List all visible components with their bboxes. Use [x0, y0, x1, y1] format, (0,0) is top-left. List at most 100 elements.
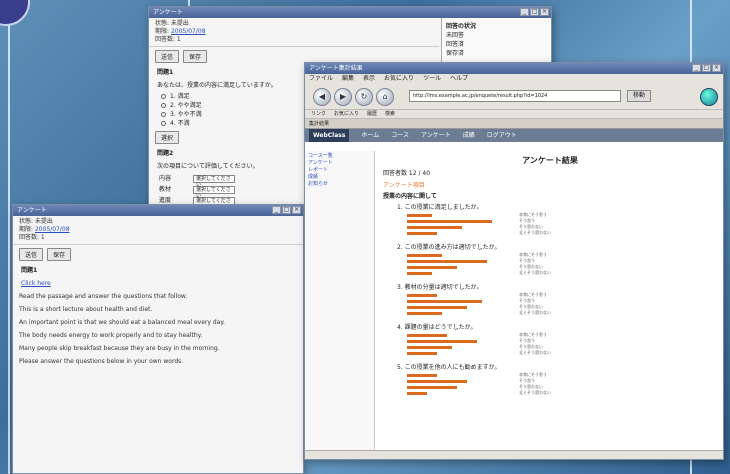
- rating-select[interactable]: 選択してください: [193, 185, 235, 199]
- sidebar-link[interactable]: お知らせ: [308, 181, 371, 188]
- minimize-icon[interactable]: _: [520, 8, 529, 16]
- meta-status: 状態: 未提出: [155, 20, 189, 27]
- bookmark-item[interactable]: 検索: [385, 110, 395, 118]
- result-bar-label: 非常にそう思う: [519, 292, 547, 297]
- minimize-icon[interactable]: _: [692, 64, 701, 72]
- passage-paragraph: An important point is that we should eat…: [19, 319, 225, 326]
- save-button[interactable]: 保存: [47, 248, 72, 261]
- meta-deadline-link[interactable]: 2005/07/08: [35, 226, 70, 233]
- bookmark-item[interactable]: リンク: [311, 110, 326, 118]
- sidebar-link[interactable]: アンケート: [308, 160, 371, 167]
- browser-title: アンケート集計結果: [309, 65, 363, 72]
- passage-paragraph: Read the passage and answer the question…: [19, 293, 188, 300]
- save-button[interactable]: 保存: [183, 50, 208, 63]
- result-bar-group: 非常にそう思う そう思う そう思わない 全くそう思わない: [407, 372, 717, 400]
- meta-count: 回答数: 1: [19, 234, 45, 241]
- sidebar-link[interactable]: 成績: [308, 174, 371, 181]
- sidebar-link[interactable]: レポート: [308, 167, 371, 174]
- select-button[interactable]: 選択: [155, 131, 180, 144]
- radio-icon[interactable]: [161, 94, 166, 99]
- select-row-label: 教材: [159, 186, 172, 193]
- question-result-title: 4. 課題の量はどうでしたか。: [397, 324, 477, 331]
- panel-item[interactable]: 回答済: [446, 40, 547, 49]
- lms-brand: WebClass: [309, 129, 350, 142]
- radio-label: 1. 満足: [170, 93, 190, 100]
- page-tab[interactable]: 集計結果: [305, 119, 723, 129]
- panel-item[interactable]: 未回答: [446, 31, 547, 40]
- question-result-list: 1. この授業に満足しましたか。 非常にそう思う そう思う そう思わない 全くそう思わな…: [383, 202, 717, 400]
- result-bar-label: そう思わない: [519, 344, 543, 349]
- menu-help[interactable]: ヘルプ: [450, 74, 468, 84]
- lms-nav-item[interactable]: 成績: [463, 129, 475, 142]
- sidebar-link[interactable]: コース一覧: [308, 153, 371, 160]
- survey-meta: 状態: 未提出 期限: 2005/07/08 回答数: 1: [149, 18, 439, 47]
- lms-nav-item[interactable]: ホーム: [361, 129, 379, 142]
- result-bar-label: そう思う: [519, 258, 535, 263]
- result-bar-label: そう思う: [519, 378, 535, 383]
- panel-item[interactable]: 保存済: [446, 49, 547, 58]
- bookmark-item[interactable]: 履歴: [367, 110, 377, 118]
- radio-icon[interactable]: [161, 112, 166, 117]
- maximize-icon[interactable]: □: [702, 64, 711, 72]
- panel-title: 回答の状況: [446, 23, 477, 30]
- bookmark-item[interactable]: お気に入り: [334, 110, 359, 118]
- browser-toolbar: ◀ ▶ ↻ ⌂ http://lms.example.ac.jp/enquete…: [305, 84, 723, 110]
- minimize-icon[interactable]: _: [272, 206, 281, 214]
- go-button[interactable]: 移動: [627, 90, 651, 102]
- close-icon[interactable]: ×: [540, 8, 549, 16]
- globe-icon: [700, 88, 718, 106]
- lms-nav-bar: WebClass ホーム コース アンケート 成績 ログアウト: [305, 129, 723, 142]
- browser-menubar: ファイル 編集 表示 お気に入り ツール ヘルプ: [305, 74, 723, 84]
- result-bar: [407, 386, 457, 389]
- result-bar-label: そう思わない: [519, 224, 543, 229]
- home-icon[interactable]: ⌂: [376, 87, 394, 106]
- radio-icon[interactable]: [161, 121, 166, 126]
- passage-paragraph: Please answer the questions below in you…: [19, 358, 184, 365]
- radio-icon[interactable]: [161, 103, 166, 108]
- menu-view[interactable]: 表示: [363, 74, 375, 84]
- result-bar-label: 全くそう思わない: [519, 310, 551, 315]
- lms-nav-item[interactable]: コース: [391, 129, 409, 142]
- maximize-icon[interactable]: □: [282, 206, 291, 214]
- menu-file[interactable]: ファイル: [309, 74, 333, 84]
- result-bar-label: 非常にそう思う: [519, 212, 547, 217]
- result-bar: [407, 266, 457, 269]
- lms-nav-item[interactable]: ログアウト: [487, 129, 517, 142]
- result-bar-group: 非常にそう思う そう思う そう思わない 全くそう思わない: [407, 212, 717, 240]
- question-result-title: 1. この授業に満足しましたか。: [397, 204, 483, 211]
- radio-label: 2. やや満足: [170, 102, 202, 109]
- meta-deadline-link[interactable]: 2005/07/08: [171, 28, 206, 35]
- window-titlebar: アンケート _ □ ×: [13, 205, 303, 216]
- submit-button[interactable]: 送信: [155, 50, 180, 63]
- result-bar: [407, 346, 452, 349]
- question-result-title: 5. この授業を他の人にも勧めますか。: [397, 364, 501, 371]
- window-title: アンケート: [153, 9, 183, 16]
- survey-window-left: アンケート _ □ × 状態: 未提出 期限: 2005/07/08 回答数: 1 …: [12, 204, 304, 474]
- result-bar-label: 非常にそう思う: [519, 332, 547, 337]
- audio-link[interactable]: Click here: [13, 277, 303, 290]
- close-icon[interactable]: ×: [712, 64, 721, 72]
- address-bar[interactable]: http://lms.example.ac.jp/enquete/result.…: [409, 90, 621, 102]
- back-icon[interactable]: ◀: [313, 87, 331, 106]
- close-icon[interactable]: ×: [292, 206, 301, 214]
- menu-edit[interactable]: 編集: [342, 74, 354, 84]
- lms-nav-item[interactable]: アンケート: [421, 129, 451, 142]
- background-line-left: [8, 0, 10, 474]
- radio-label: 4. 不満: [170, 120, 190, 127]
- maximize-icon[interactable]: □: [530, 8, 539, 16]
- rating-select[interactable]: 選択してください: [193, 174, 235, 188]
- menu-tools[interactable]: ツール: [423, 74, 441, 84]
- result-bar-label: 非常にそう思う: [519, 372, 547, 377]
- result-bar: [407, 312, 442, 315]
- result-bar: [407, 232, 437, 235]
- reload-icon[interactable]: ↻: [355, 87, 373, 106]
- forward-icon[interactable]: ▶: [334, 87, 352, 106]
- results-section-heading: アンケート項目: [383, 182, 425, 189]
- logo-circle: [0, 0, 30, 26]
- results-title: アンケート結果: [522, 156, 578, 165]
- result-bar-label: 全くそう思わない: [519, 390, 551, 395]
- result-bar: [407, 392, 427, 395]
- submit-button[interactable]: 送信: [19, 248, 44, 261]
- menu-favorites[interactable]: お気に入り: [384, 74, 414, 84]
- result-bar-group: 非常にそう思う そう思う そう思わない 全くそう思わない: [407, 332, 717, 360]
